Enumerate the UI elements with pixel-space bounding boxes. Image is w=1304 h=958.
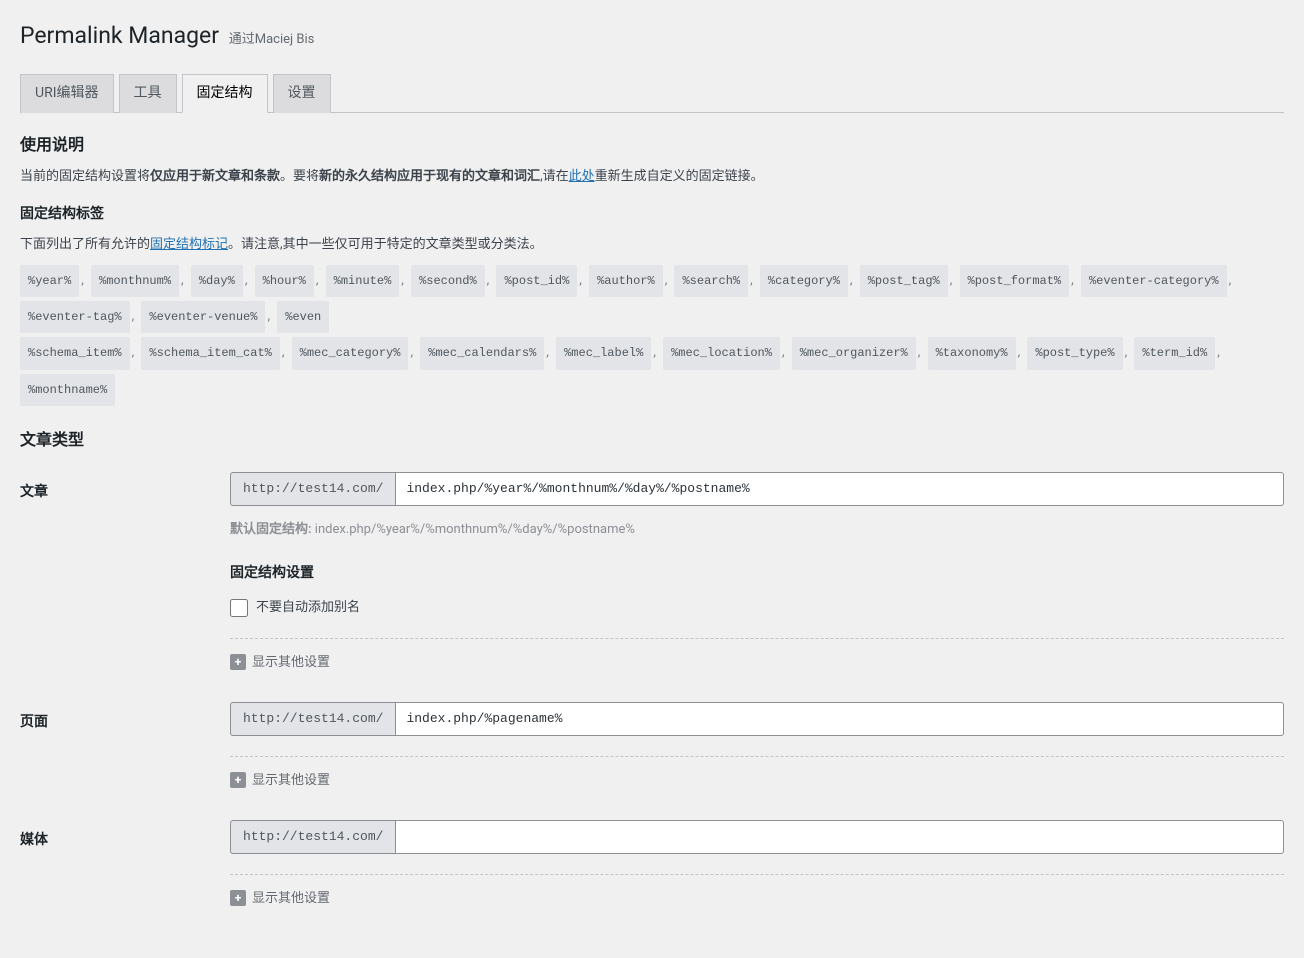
row-media: 媒体 http://test14.com/ + 显示其他设置: [20, 820, 1284, 908]
permastruct-tag: %post_id%: [496, 265, 577, 297]
field-post: http://test14.com/ 默认固定结构: index.php/%ye…: [230, 472, 1284, 672]
tab-uri-editor[interactable]: URI编辑器: [20, 74, 114, 113]
tab-permastructures[interactable]: 固定结构: [182, 74, 268, 113]
label-media: 媒体: [20, 820, 230, 851]
permastruct-tag: %mec_calendars%: [420, 337, 544, 369]
permastruct-tag: %author%: [589, 265, 663, 297]
url-prefix: http://test14.com/: [230, 820, 395, 854]
permastruct-tag: %post_format%: [960, 265, 1070, 297]
permastruct-tag: %eventer-category%: [1081, 265, 1227, 297]
author-text: 通过Maciej Bis: [229, 32, 315, 47]
row-post: 文章 http://test14.com/ 默认固定结构: index.php/…: [20, 472, 1284, 672]
title-text: Permalink Manager: [20, 22, 219, 49]
permastruct-tag: %eventer-tag%: [20, 301, 130, 333]
permastruct-tag: %post_type%: [1027, 337, 1122, 369]
permastruct-tag: %search%: [674, 265, 748, 297]
permastruct-tag: %post_tag%: [860, 265, 948, 297]
permastruct-input-page[interactable]: [395, 702, 1284, 736]
tab-tools[interactable]: 工具: [119, 74, 177, 113]
permastruct-tag: %mec_location%: [663, 337, 780, 369]
url-prefix: http://test14.com/: [230, 472, 395, 506]
instructions-para1: 当前的固定结构设置将仅应用于新文章和条款。要将新的永久结构应用于现有的文章和词汇…: [20, 167, 1284, 187]
permastruct-input-post[interactable]: [395, 472, 1284, 506]
permastruct-tags-heading: 固定结构标签: [20, 204, 1284, 225]
label-post: 文章: [20, 472, 230, 503]
instructions-para2: 下面列出了所有允许的固定结构标记。请注意,其中一些仅可用于特定的文章类型或分类法…: [20, 235, 1284, 255]
permastruct-input-media[interactable]: [395, 820, 1284, 854]
permastruct-tag: %schema_item%: [20, 337, 130, 369]
permastruct-tag: %category%: [760, 265, 848, 297]
nav-tabs: URI编辑器 工具 固定结构 设置: [20, 73, 1284, 113]
url-prefix: http://test14.com/: [230, 702, 395, 736]
input-group-post: http://test14.com/: [230, 472, 1284, 506]
permastruct-tag: %monthname%: [20, 374, 115, 406]
permastruct-tag: %schema_item_cat%: [141, 337, 279, 369]
permastruct-tag: %term_id%: [1134, 337, 1215, 369]
plus-icon: +: [230, 890, 246, 906]
permastruct-tag: %taxonomy%: [928, 337, 1016, 369]
permastruct-tags-link[interactable]: 固定结构标记: [150, 237, 228, 252]
permastruct-tag: %year%: [20, 265, 79, 297]
permastruct-tag: %second%: [411, 265, 485, 297]
permastruct-tag: %even: [277, 301, 329, 333]
permastruct-tag: %minute%: [326, 265, 400, 297]
tags-list: %year%, %monthnum%, %day%, %hour%, %minu…: [20, 265, 1284, 411]
show-more-media[interactable]: + 显示其他设置: [230, 874, 1284, 909]
checkbox-input-no-auto-slug[interactable]: [230, 599, 248, 617]
permastruct-tag: %hour%: [255, 265, 314, 297]
checkbox-no-auto-slug[interactable]: 不要自动添加别名: [230, 598, 1284, 618]
tags-row2: %schema_item%, %schema_item_cat%, %mec_c…: [20, 337, 1284, 410]
form-table: 文章 http://test14.com/ 默认固定结构: index.php/…: [20, 472, 1284, 908]
input-group-media: http://test14.com/: [230, 820, 1284, 854]
page-title: Permalink Manager 通过Maciej Bis: [20, 10, 1284, 58]
field-page: http://test14.com/ + 显示其他设置: [230, 702, 1284, 790]
input-group-page: http://test14.com/: [230, 702, 1284, 736]
plus-icon: +: [230, 772, 246, 788]
show-more-post[interactable]: + 显示其他设置: [230, 638, 1284, 673]
field-media: http://test14.com/ + 显示其他设置: [230, 820, 1284, 908]
row-page: 页面 http://test14.com/ + 显示其他设置: [20, 702, 1284, 790]
show-more-page[interactable]: + 显示其他设置: [230, 756, 1284, 791]
permastruct-tag: %mec_category%: [292, 337, 409, 369]
permastruct-settings-heading: 固定结构设置: [230, 563, 1284, 584]
default-structure-post: 默认固定结构: index.php/%year%/%monthnum%/%day…: [230, 520, 1284, 540]
checkbox-label-no-auto-slug[interactable]: 不要自动添加别名: [256, 598, 360, 618]
regenerate-link[interactable]: 此处: [569, 169, 595, 184]
tags-row1: %year%, %monthnum%, %day%, %hour%, %minu…: [20, 265, 1284, 338]
permastruct-tag: %mec_organizer%: [792, 337, 916, 369]
permastruct-tag: %eventer-venue%: [141, 301, 265, 333]
permastruct-tag: %day%: [191, 265, 243, 297]
plus-icon: +: [230, 654, 246, 670]
instructions-heading: 使用说明: [20, 133, 1284, 157]
post-types-heading: 文章类型: [20, 428, 1284, 452]
label-page: 页面: [20, 702, 230, 733]
permastruct-tag: %monthnum%: [91, 265, 179, 297]
tab-settings[interactable]: 设置: [273, 74, 331, 113]
permastruct-tag: %mec_label%: [556, 337, 651, 369]
